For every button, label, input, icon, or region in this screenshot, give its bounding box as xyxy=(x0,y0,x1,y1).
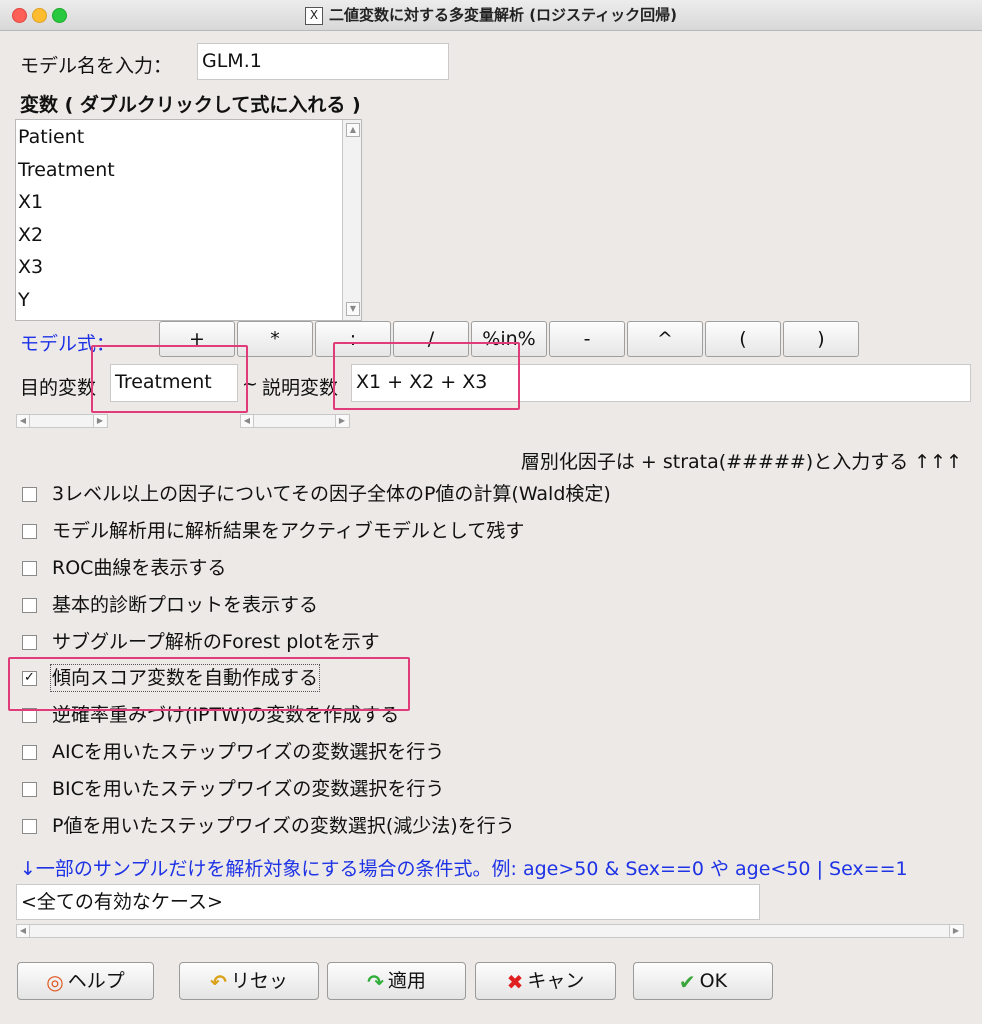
subset-condition-input[interactable]: <全ての有効なケース> xyxy=(16,884,760,920)
model-name-label: モデル名を入力： xyxy=(20,55,173,77)
variables-listbox[interactable]: Patient Treatment X1 X2 X3 Y ▲ ▼ xyxy=(15,119,362,321)
checkmark-icon: ✔ xyxy=(678,969,696,994)
option-label: ROC曲線を表示する xyxy=(52,557,227,579)
option-label: AICを用いたステップワイズの変数選択を行う xyxy=(52,741,445,763)
window-title: X 二値変数に対する多変量解析 (ロジスティック回帰) xyxy=(0,0,982,30)
strata-note: 層別化因子は + strata(#####)と入力する ↑↑↑ xyxy=(520,451,962,473)
option-checkbox[interactable] xyxy=(22,745,37,760)
option-checkbox[interactable] xyxy=(22,635,37,650)
subset-note: ↓一部のサンプルだけを解析対象にする場合の条件式。例: age>50 & Sex… xyxy=(20,858,908,880)
response-variable-label: 目的変数 xyxy=(20,377,97,399)
operator-button-times[interactable]: * xyxy=(237,321,313,357)
scroll-right-arrow-icon[interactable]: ▶ xyxy=(93,415,106,427)
cancel-button-label: キャン xyxy=(527,970,585,992)
option-label: モデル解析用に解析結果をアクティブモデルとして残す xyxy=(52,520,525,542)
forward-arrow-icon: ↷ xyxy=(367,969,384,994)
variable-list-item[interactable]: X1 xyxy=(18,189,43,215)
lifebuoy-icon: ◎ xyxy=(46,969,64,994)
operator-button-caret[interactable]: ^ xyxy=(627,321,703,357)
window-title-text: 二値変数に対する多変量解析 (ロジスティック回帰) xyxy=(328,6,678,24)
option-checkbox[interactable] xyxy=(22,598,37,613)
scroll-left-arrow-icon[interactable]: ◀ xyxy=(241,415,254,427)
operator-button-open-paren[interactable]: ( xyxy=(705,321,781,357)
scroll-left-arrow-icon[interactable]: ◀ xyxy=(17,925,30,937)
option-label: BICを用いたステップワイズの変数選択を行う xyxy=(52,778,445,800)
explanatory-highlight-box xyxy=(333,342,520,410)
option-checkbox[interactable] xyxy=(22,524,37,539)
propensity-highlight-box xyxy=(8,657,410,711)
undo-arrow-icon: ↶ xyxy=(210,969,227,994)
cancel-button[interactable]: ✖ キャン xyxy=(475,962,616,1000)
variable-list-item[interactable]: Patient xyxy=(18,124,84,150)
option-checkbox[interactable] xyxy=(22,782,37,797)
help-button-label: ヘルプ xyxy=(67,970,125,992)
explanatory-hscrollbar[interactable]: ◀ ▶ xyxy=(240,414,350,428)
variable-list-item[interactable]: X3 xyxy=(18,254,43,280)
ok-button[interactable]: ✔ OK xyxy=(633,962,773,1000)
subset-hscrollbar[interactable]: ◀ ▶ xyxy=(16,924,964,938)
option-label: P値を用いたステップワイズの変数選択(減少法)を行う xyxy=(52,815,515,837)
reset-button-label: リセッ xyxy=(230,970,288,992)
variable-list-item[interactable]: Y xyxy=(18,287,30,313)
option-checkbox[interactable] xyxy=(22,487,37,502)
option-label: 3レベル以上の因子についてその因子全体のP値の計算(Wald検定) xyxy=(52,483,611,505)
apply-button[interactable]: ↷ 適用 xyxy=(327,962,466,1000)
scroll-left-arrow-icon[interactable]: ◀ xyxy=(17,415,30,427)
operator-button-close-paren[interactable]: ) xyxy=(783,321,859,357)
explanatory-variable-label: 説明変数 xyxy=(262,377,339,399)
model-name-input[interactable]: GLM.1 xyxy=(197,43,449,80)
x11-app-icon: X xyxy=(304,6,323,25)
response-highlight-box xyxy=(91,345,248,413)
variable-list-item[interactable]: X2 xyxy=(18,222,43,248)
reset-button[interactable]: ↶ リセッ xyxy=(179,962,319,1000)
response-hscrollbar[interactable]: ◀ ▶ xyxy=(16,414,108,428)
option-label: サブグループ解析のForest plotを示す xyxy=(52,631,380,653)
option-checkbox[interactable] xyxy=(22,561,37,576)
scroll-down-arrow-icon[interactable]: ▼ xyxy=(346,302,360,316)
variables-header: 変数 ( ダブルクリックして式に入れる ) xyxy=(20,94,361,116)
scroll-right-arrow-icon[interactable]: ▶ xyxy=(335,415,348,427)
scroll-up-arrow-icon[interactable]: ▲ xyxy=(346,123,360,137)
variable-list-item[interactable]: Treatment xyxy=(18,157,115,183)
apply-button-label: 適用 xyxy=(387,970,426,992)
option-checkbox[interactable] xyxy=(22,819,37,834)
operator-button-minus[interactable]: - xyxy=(549,321,625,357)
help-button[interactable]: ◎ ヘルプ xyxy=(17,962,154,1000)
cross-icon: ✖ xyxy=(506,969,524,994)
ok-button-label: OK xyxy=(699,970,728,992)
variables-scrollbar[interactable]: ▲ ▼ xyxy=(342,120,361,320)
option-label: 基本的診断プロットを表示する xyxy=(52,594,319,616)
scroll-right-arrow-icon[interactable]: ▶ xyxy=(949,925,962,937)
